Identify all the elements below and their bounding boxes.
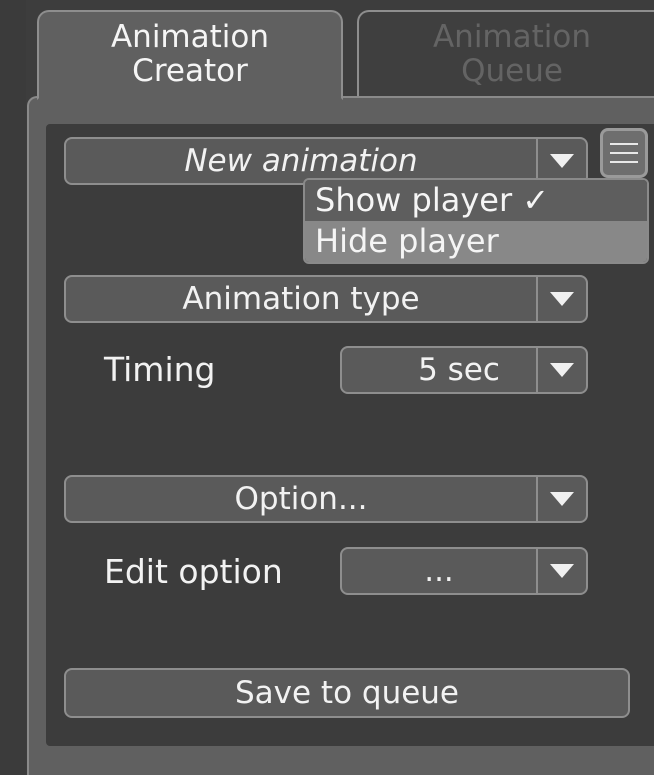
menu-item-show-player[interactable]: Show player ✓: [305, 180, 647, 221]
triangle-down-icon[interactable]: [538, 277, 586, 321]
triangle-down-icon[interactable]: [538, 348, 586, 392]
edit-option-select[interactable]: ...: [340, 547, 588, 595]
edit-option-label: Edit option: [104, 552, 283, 591]
player-menu-popup: Show player ✓ Hide player: [303, 178, 649, 264]
left-gutter: [0, 0, 26, 775]
tab-animation-creator[interactable]: Animation Creator: [37, 10, 343, 100]
triangle-down-icon[interactable]: [538, 549, 586, 593]
tab-label-line2: Creator: [132, 53, 248, 89]
timing-select[interactable]: 5 sec: [340, 346, 588, 394]
option-select[interactable]: Option...: [64, 475, 588, 523]
triangle-down-icon[interactable]: [538, 139, 586, 183]
edit-option-select-value: ...: [424, 553, 454, 589]
animation-type-select-value: Animation type: [182, 281, 420, 317]
hamburger-icon-bar: [610, 152, 638, 154]
save-to-queue-button[interactable]: Save to queue: [64, 668, 630, 718]
hamburger-icon: [610, 143, 638, 145]
tab-label-line1: Animation: [432, 19, 592, 55]
tab-label-line1: Animation: [110, 19, 270, 55]
hamburger-menu-button[interactable]: [600, 128, 648, 178]
tab-label-line2: Queue: [461, 53, 563, 89]
triangle-down-icon[interactable]: [538, 477, 586, 521]
timing-select-value: 5 sec: [418, 352, 500, 388]
hamburger-icon-bar: [610, 161, 638, 163]
animation-select-value: New animation: [184, 143, 418, 179]
app-window: Animation Creator Animation Queue New an…: [0, 0, 654, 775]
animation-type-select[interactable]: Animation type: [64, 275, 588, 323]
option-select-value: Option...: [234, 481, 368, 517]
menu-item-hide-player[interactable]: Hide player: [305, 221, 647, 262]
tab-animation-queue[interactable]: Animation Queue: [357, 10, 654, 96]
timing-label: Timing: [104, 350, 216, 389]
